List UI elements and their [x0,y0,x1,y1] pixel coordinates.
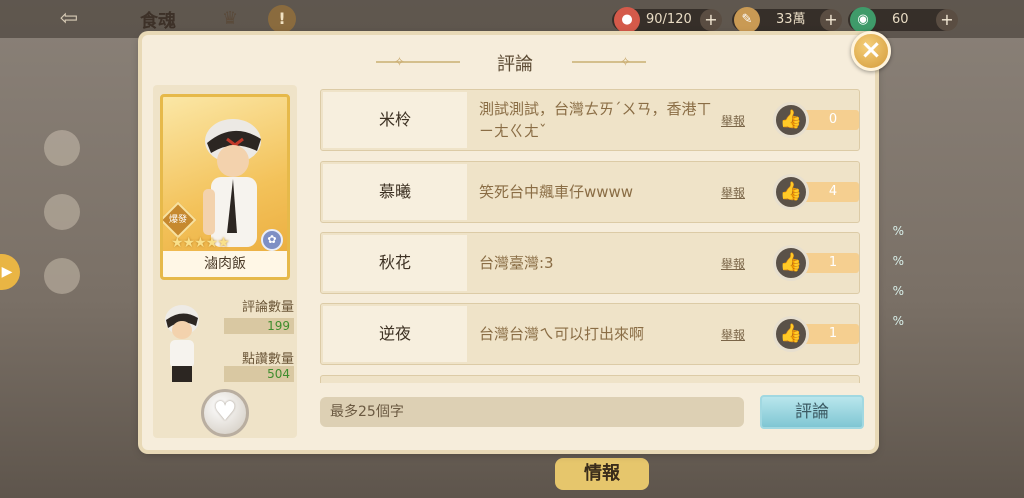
thumbs-up-icon[interactable]: 👍 [773,102,809,138]
dialog-title: 評論 [497,54,533,75]
coin-value: 60 [892,12,909,27]
add-quill-button[interactable]: + [820,9,842,31]
thumbs-up-icon[interactable]: 👍 [773,245,809,281]
comment-text: 台灣台灣ㄟ可以打出來啊 [479,325,645,343]
alert-icon[interactable]: ! [268,5,296,33]
comment-text: 台灣臺灣:3 [479,254,554,272]
nav-item-icon[interactable] [44,194,80,230]
thumbs-up-icon[interactable]: 👍 [773,316,809,352]
comment-count-value: 199 [224,318,294,334]
comment-input[interactable] [320,397,744,427]
back-arrow-icon[interactable]: ⇦ [52,6,86,32]
comment-text: 笑死台中飆車仔wwww [479,183,634,201]
comment-row: 逆夜 台灣台灣ㄟ可以打出來啊 舉報 1 👍 [320,303,860,365]
screen-title: 食魂 [140,11,176,32]
ornament-icon: ✧ [620,55,631,70]
resource-quill: ✎ 33萬 + [732,7,842,33]
chibi-character [165,305,199,382]
star-rating: ★★★★★ [171,235,230,251]
comment-row: 慕曦 笑死台中飆車仔wwww 舉報 4 👍 [320,161,860,223]
bg-percent: % [892,224,904,238]
food-soul-card[interactable]: 爆發 ★★★★★ ✿ 滷肉飯 [160,94,290,280]
stamina-icon: ● [614,7,640,33]
comment-row: 秋花 台灣臺灣:3 舉報 1 👍 [320,232,860,294]
resource-stamina: ● 90/120 + [612,7,722,33]
coin-icon: ◉ [850,7,876,33]
comment-user: 逆夜 [323,306,467,362]
side-nav [44,130,88,322]
like-count-value: 504 [224,366,294,382]
character-portrait [203,119,261,247]
close-button[interactable]: × [851,31,891,71]
comment-row [320,375,860,383]
comment-user: 米柃 [323,92,467,148]
header-divider [572,61,646,63]
report-link[interactable]: 舉報 [721,112,745,129]
thumbs-up-icon[interactable]: 👍 [773,174,809,210]
nav-item-icon[interactable] [44,258,80,294]
stamina-value: 90/120 [646,12,692,27]
comment-user: 慕曦 [323,164,467,220]
add-stamina-button[interactable]: + [700,9,722,31]
report-link[interactable]: 舉報 [721,184,745,201]
comment-count-label: 評論數量 [241,300,294,315]
header-divider [376,61,460,63]
element-icon: ✿ [261,229,283,251]
ornament-icon: ✧ [394,55,405,70]
comment-row: 米柃 測試測試，台灣ㄊㄞˊㄨㄢ，香港ㄒㄧㄤㄍㄤˇ 舉報 0 👍 [320,89,860,151]
bg-percent: % [892,254,904,268]
quill-value: 33萬 [776,12,806,27]
add-coin-button[interactable]: + [936,9,958,31]
bg-percent: % [892,284,904,298]
food-soul-name: 滷肉飯 [163,251,287,277]
bg-percent: % [892,314,904,328]
submit-comment-button[interactable]: 評論 [760,395,864,429]
comment-text: 測試測試，台灣ㄊㄞˊㄨㄢ，香港ㄒㄧㄤㄍㄤˇ [479,100,712,140]
like-count-label: 點讚數量 [241,352,294,367]
crown-icon[interactable]: ♛ [222,8,238,29]
report-link[interactable]: 舉報 [721,326,745,343]
report-link[interactable]: 舉報 [721,255,745,272]
nav-item-icon[interactable] [44,130,80,166]
comment-list[interactable]: 米柃 測試測試，台灣ㄊㄞˊㄨㄢ，香港ㄒㄧㄤㄍㄤˇ 舉報 0 👍 慕曦 笑死台中飆… [312,83,868,383]
tab-info[interactable]: 情報 [555,458,649,490]
resource-coin: ◉ 60 + [848,7,958,33]
heart-like-button[interactable]: ♥ [201,389,249,437]
quill-icon: ✎ [734,7,760,33]
comment-user: 秋花 [323,235,467,291]
